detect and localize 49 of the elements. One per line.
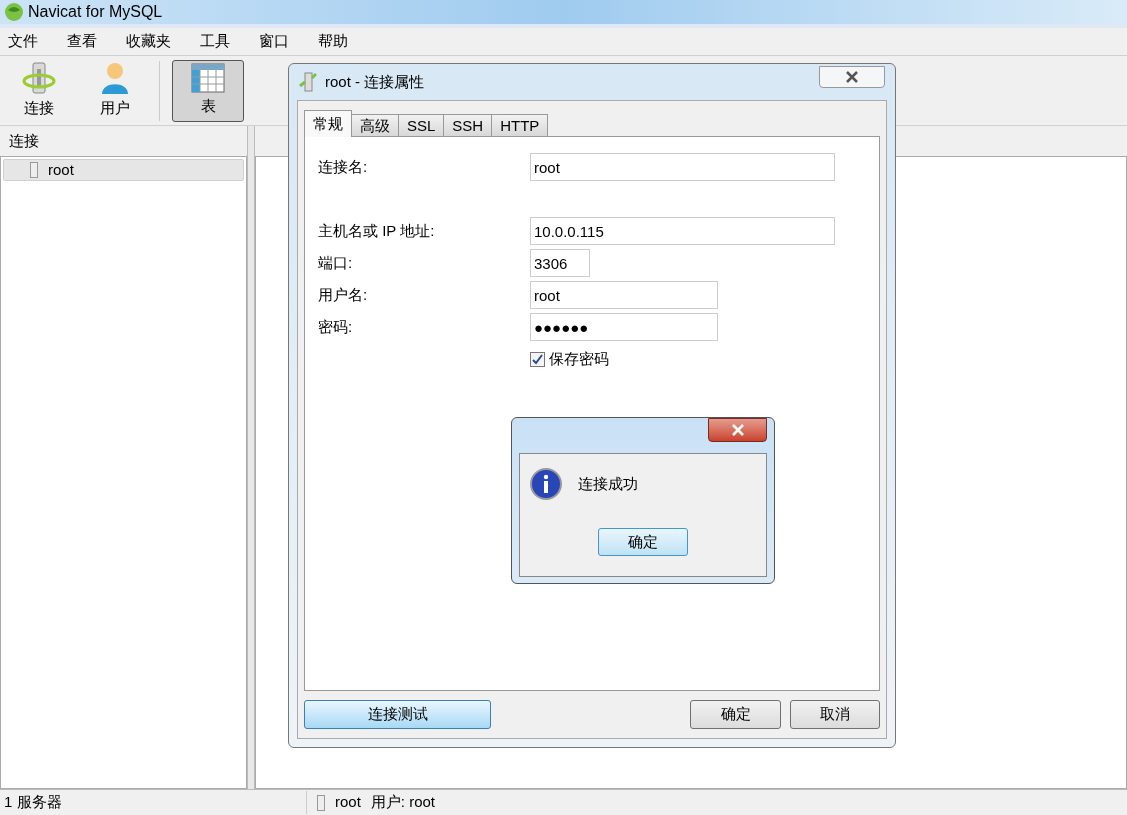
window-title: Navicat for MySQL: [28, 2, 163, 22]
dialog-title: root - 连接属性: [325, 71, 425, 92]
input-field[interactable]: ●●●●●●: [530, 313, 718, 341]
menu-item[interactable]: 收藏夹: [118, 30, 179, 53]
status-text: 1 服务器: [0, 791, 307, 814]
close-icon: [845, 71, 859, 83]
field-label: 连接名:: [317, 156, 369, 177]
test-connection-button[interactable]: 连接测试: [304, 700, 491, 729]
input-field[interactable]: 3306: [530, 249, 590, 277]
toolbar-button[interactable]: 连接: [3, 59, 75, 122]
server-icon: [30, 162, 38, 178]
menu-item[interactable]: 帮助: [310, 30, 356, 53]
field-label: 主机名或 IP 地址:: [317, 220, 436, 241]
app-logo-icon: [4, 2, 24, 22]
field-label: 用户名:: [317, 284, 369, 305]
user-icon: [100, 61, 130, 96]
field-label: 密码:: [317, 316, 354, 337]
server-plug-icon: [299, 72, 317, 92]
ok-button[interactable]: 确定: [598, 528, 688, 556]
checkbox-label: 保存密码: [549, 348, 609, 369]
status-user: 用户: root: [370, 792, 436, 813]
field-label: 端口:: [317, 252, 354, 273]
cancel-button[interactable]: 取消: [790, 700, 880, 729]
input-field[interactable]: root: [530, 153, 835, 181]
menu-item[interactable]: 文件: [0, 30, 46, 53]
check-icon: [532, 353, 543, 365]
close-button[interactable]: [708, 418, 767, 442]
info-icon: [530, 468, 562, 500]
menu-item[interactable]: 查看: [59, 30, 105, 53]
message-text: 连接成功: [578, 473, 638, 494]
panel-title: 连接: [8, 130, 40, 151]
server-icon: [317, 794, 325, 811]
menu-item[interactable]: 工具: [192, 30, 238, 53]
status-connection: root: [335, 792, 361, 813]
menu-item[interactable]: 窗口: [251, 30, 297, 53]
tab[interactable]: SSL: [398, 114, 445, 137]
toolbar-button[interactable]: 用户: [79, 59, 151, 122]
table-icon: [191, 63, 225, 94]
checkbox[interactable]: [530, 351, 545, 367]
close-button[interactable]: [819, 66, 885, 88]
server-plug-icon: [22, 61, 56, 96]
tab[interactable]: 常规: [304, 110, 352, 137]
tree-item[interactable]: root: [3, 159, 244, 181]
input-field[interactable]: 10.0.0.115: [530, 217, 835, 245]
toolbar-button[interactable]: 表: [172, 59, 244, 122]
input-field[interactable]: root: [530, 281, 718, 309]
tab[interactable]: HTTP: [491, 114, 549, 137]
ok-button[interactable]: 确定: [690, 700, 781, 729]
close-icon: [730, 424, 745, 436]
